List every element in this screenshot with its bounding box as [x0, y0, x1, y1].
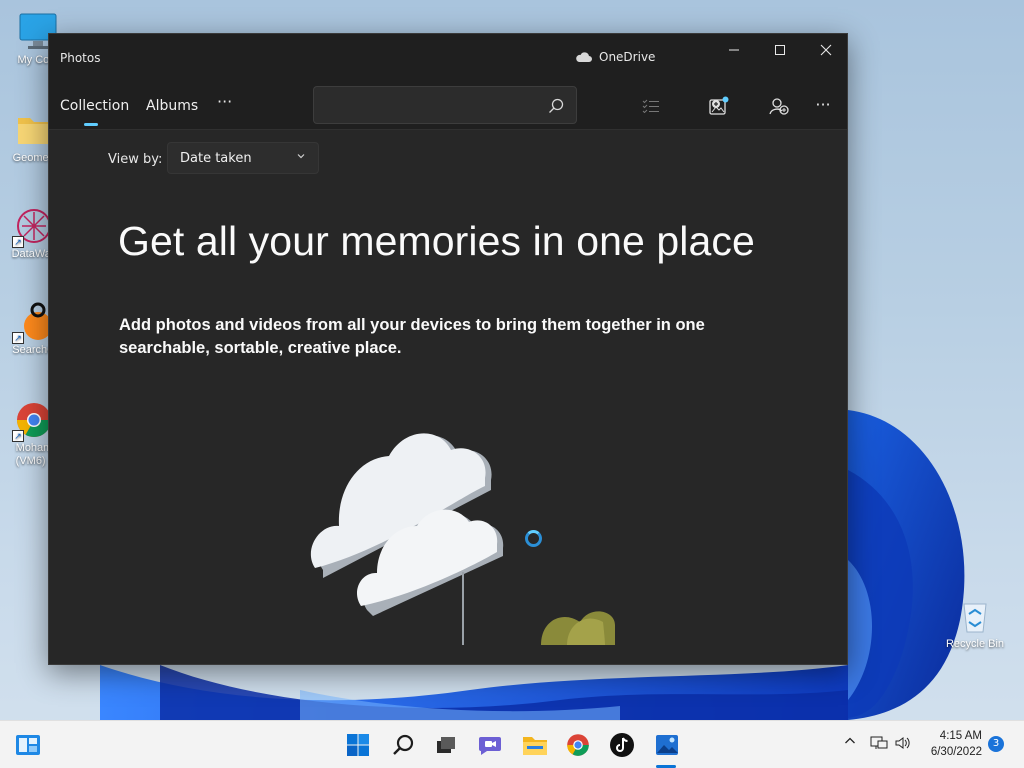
start-icon[interactable] [344, 731, 372, 759]
shortcut-arrow-icon: ↗ [12, 332, 24, 344]
chevron-up-icon[interactable] [844, 735, 856, 751]
active-tab-indicator [84, 123, 98, 126]
shortcut-arrow-icon: ↗ [12, 236, 24, 248]
close-button[interactable] [803, 34, 847, 66]
select-list-icon[interactable] [639, 94, 663, 118]
view-by-value: Date taken [180, 151, 252, 166]
desktop-icon-recycle-bin[interactable]: Recycle Bin [939, 596, 1011, 651]
photos-window[interactable]: Photos OneDrive Collection Albums ··· ··… [48, 33, 848, 665]
clock-date: 6/30/2022 [930, 746, 982, 758]
search-icon[interactable] [548, 98, 564, 114]
minimize-icon [729, 49, 739, 51]
onedrive-label: OneDrive [599, 50, 656, 64]
navigation-bar: Collection Albums ··· ··· [49, 82, 847, 130]
recycle-bin-icon [955, 596, 995, 636]
loading-spinner [525, 530, 542, 547]
page-description: Add photos and videos from all your devi… [119, 316, 705, 357]
task-view-icon[interactable] [432, 731, 460, 759]
network-icon[interactable] [870, 735, 888, 755]
volume-icon[interactable] [894, 735, 912, 755]
chat-icon[interactable] [476, 731, 504, 759]
shortcut-arrow-icon: ↗ [12, 430, 24, 442]
view-by-label: View by: [108, 152, 163, 167]
tiktok-icon[interactable] [608, 731, 636, 759]
search-icon[interactable] [389, 731, 417, 759]
window-title: Photos [60, 51, 101, 65]
clock-time: 4:15 AM [939, 730, 982, 742]
people-icon[interactable] [767, 94, 791, 118]
tab-collection[interactable]: Collection [60, 98, 129, 114]
maximize-icon [775, 45, 785, 55]
taskbar: 4:15 AM 6/30/2022 3 [0, 720, 1024, 768]
clouds-illustration [310, 433, 615, 645]
close-icon [820, 44, 832, 56]
search-box[interactable] [313, 86, 577, 124]
taskbar-clock[interactable]: 4:15 AM 6/30/2022 [914, 728, 982, 760]
cloud-icon [576, 51, 592, 62]
overflow-button[interactable]: ··· [811, 92, 835, 116]
search-input[interactable] [322, 95, 532, 115]
page-headline: Get all your memories in one place [118, 218, 755, 264]
notification-badge[interactable]: 3 [988, 736, 1004, 752]
chevron-down-icon [296, 151, 306, 164]
chrome-icon[interactable] [564, 731, 592, 759]
widgets-icon[interactable] [14, 731, 42, 759]
nav-more-button[interactable]: ··· [217, 92, 232, 111]
onedrive-status[interactable]: OneDrive [575, 50, 655, 64]
import-icon[interactable] [707, 94, 731, 118]
view-by-dropdown[interactable]: Date taken [167, 142, 319, 174]
desktop-icon-label: Recycle Bin [945, 638, 1005, 650]
file-explorer-icon[interactable] [521, 731, 549, 759]
title-bar[interactable]: Photos OneDrive [49, 34, 847, 82]
collection-content: View by: Date taken Get all your memorie… [49, 130, 847, 664]
tab-albums[interactable]: Albums [146, 98, 198, 114]
photos-icon[interactable] [653, 731, 681, 759]
maximize-button[interactable] [757, 34, 803, 66]
minimize-button[interactable] [711, 34, 757, 66]
